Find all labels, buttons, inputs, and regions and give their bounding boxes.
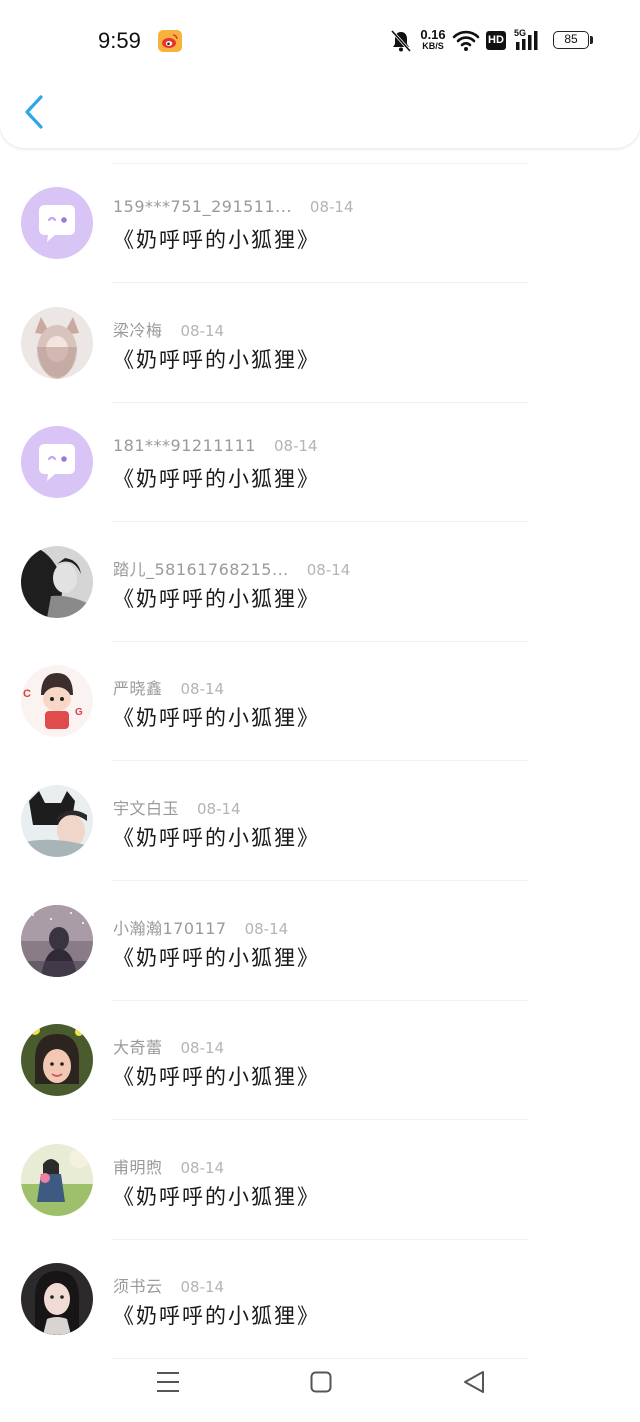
comment-meta: 181***91211111 08-14 (113, 436, 318, 456)
avatar[interactable] (21, 1143, 93, 1216)
back-triangle-icon[interactable] (462, 1370, 486, 1394)
avatar[interactable] (21, 426, 93, 499)
comment-item[interactable]: 181***91211111 08-14 《奶呼呼的小狐狸》 (0, 403, 640, 523)
comment-text: 《奶呼呼的小狐狸》 (113, 586, 320, 611)
commenter-name[interactable]: 大奇蕾 (113, 1034, 163, 1058)
comment-meta: 159***751_291511... 08-14 (113, 197, 354, 217)
comment-date: 08-14 (180, 1158, 225, 1177)
comment-date: 08-14 (180, 1278, 225, 1297)
commenter-name[interactable]: 踏儿_58161768215... (113, 556, 289, 580)
avatar[interactable] (21, 306, 93, 379)
comment-date: 08-14 (309, 198, 354, 216)
comment-date: 08-14 (180, 680, 225, 699)
comment-date: 08-14 (197, 800, 241, 818)
avatar[interactable] (21, 785, 93, 857)
commenter-name[interactable]: 181***91211111 (113, 436, 256, 455)
comment-text: 《奶呼呼的小狐狸》 (113, 347, 320, 372)
comment-meta: 小瀚瀚170117 08-14 (113, 915, 289, 938)
avatar[interactable] (21, 1024, 93, 1097)
comment-date: 08-14 (244, 919, 289, 938)
comment-text: 《奶呼呼的小狐狸》 (113, 706, 320, 731)
comment-text: 《奶呼呼的小狐狸》 (113, 1304, 320, 1329)
comment-meta: 须书云 08-14 (113, 1273, 225, 1297)
comment-text: 《奶呼呼的小狐狸》 (113, 228, 320, 252)
comment-text: 《奶呼呼的小狐狸》 (113, 467, 320, 492)
comment-date: 08-14 (306, 560, 351, 579)
commenter-name[interactable]: 严晓鑫 (113, 675, 163, 699)
comment-item[interactable]: 甫明煦 08-14 《奶呼呼的小狐狸》 (0, 1121, 640, 1240)
comment-date: 08-14 (180, 321, 225, 340)
comment-text: 《奶呼呼的小狐狸》 (113, 945, 320, 970)
commenter-name[interactable]: 须书云 (113, 1273, 163, 1297)
cellular-signal-icon: 5G (514, 28, 538, 50)
system-nav-bar (0, 1340, 640, 1422)
network-speed-unit: KB/S (422, 41, 444, 51)
comment-item[interactable]: 踏儿_58161768215... 08-14 《奶呼呼的小狐狸》 (0, 523, 640, 642)
comment-meta: 宇文白玉 08-14 (113, 795, 241, 818)
avatar[interactable] (21, 904, 93, 977)
avatar[interactable]: CG (21, 665, 93, 738)
battery-indicator: 85 (553, 31, 589, 49)
status-bar: 9:59 0.16 KB/S HD 5G 85 (0, 0, 640, 82)
comment-meta: 梁冷梅 08-14 (113, 317, 225, 340)
comment-item[interactable]: 大奇蕾 08-14 《奶呼呼的小狐狸》 (0, 1001, 640, 1121)
svg-text:C: C (23, 688, 31, 700)
comment-date: 08-14 (273, 437, 318, 456)
comment-meta: 大奇蕾 08-14 (113, 1034, 225, 1058)
status-time: 9:59 (98, 28, 141, 53)
comment-text: 《奶呼呼的小狐狸》 (113, 1184, 320, 1209)
mute-bell-icon (390, 29, 412, 53)
comment-item[interactable]: 宇文白玉 08-14 《奶呼呼的小狐狸》 (0, 762, 640, 881)
commenter-name[interactable]: 宇文白玉 (113, 795, 179, 819)
commenter-name[interactable]: 甫明煦 (113, 1154, 163, 1178)
comment-item[interactable]: 梁冷梅 08-14 《奶呼呼的小狐狸》 (0, 284, 640, 403)
comment-item[interactable]: 小瀚瀚170117 08-14 《奶呼呼的小狐狸》 (0, 882, 640, 1001)
menu-icon[interactable] (156, 1370, 180, 1394)
hd-badge: HD (486, 31, 506, 50)
comment-meta: 甫明煦 08-14 (113, 1154, 225, 1177)
comment-item[interactable]: C G 严晓鑫 08-14 《奶呼呼的小狐狸》 (0, 642, 640, 762)
home-square-icon[interactable] (310, 1371, 332, 1393)
avatar[interactable] (21, 187, 93, 259)
wifi-icon (452, 30, 480, 51)
comment-meta: 严晓鑫 08-14 (113, 675, 225, 699)
comment-date: 08-14 (180, 1039, 225, 1058)
weibo-icon (158, 30, 182, 52)
commenter-name[interactable]: 小瀚瀚170117 (113, 915, 227, 939)
commenter-name[interactable]: 梁冷梅 (113, 317, 163, 341)
svg-text:G: G (75, 707, 83, 718)
back-arrow-icon[interactable] (22, 94, 46, 130)
battery-tip (590, 36, 593, 44)
comment-meta: 踏儿_58161768215... 08-14 (113, 556, 351, 579)
comment-text: 《奶呼呼的小狐狸》 (113, 826, 320, 850)
commenter-name[interactable]: 159***751_291511... (113, 197, 292, 216)
network-speed: 0.16 KB/S (418, 28, 448, 52)
network-speed-value: 0.16 (420, 27, 446, 42)
top-header: 9:59 0.16 KB/S HD 5G 85 (0, 0, 640, 148)
comment-text: 《奶呼呼的小狐狸》 (113, 1065, 320, 1090)
cell-type-label: 5G (514, 28, 526, 38)
comment-item[interactable]: 159***751_291511... 08-14 《奶呼呼的小狐狸》 (0, 164, 640, 283)
avatar[interactable] (21, 545, 93, 618)
avatar[interactable] (21, 1263, 93, 1336)
